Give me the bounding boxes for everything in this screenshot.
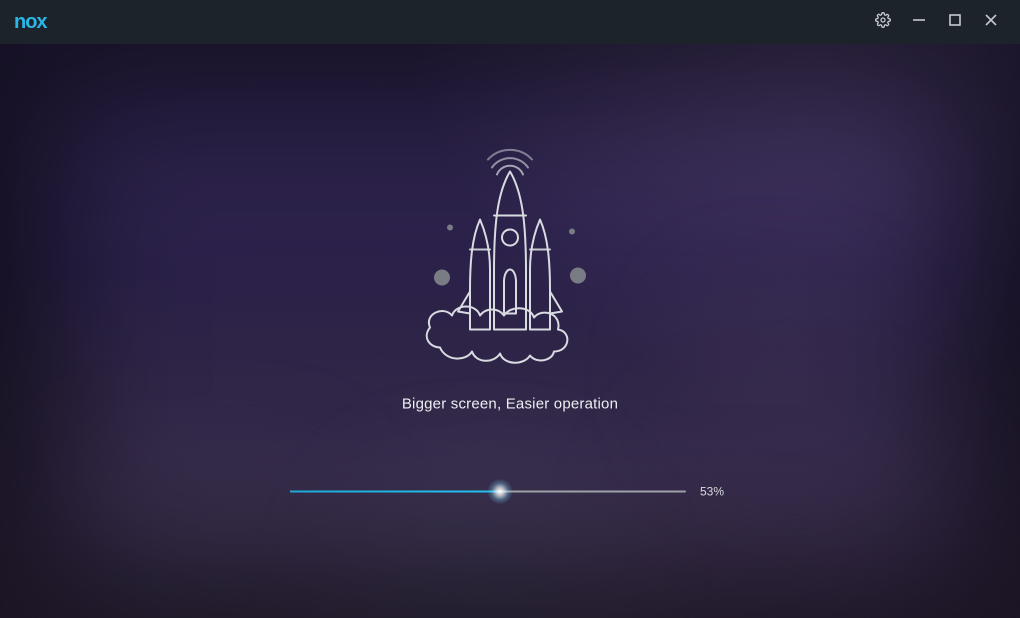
progress-percent-label: 53% [700, 484, 730, 498]
close-icon [984, 13, 998, 32]
rocket-icon [380, 141, 640, 391]
progress-fill [290, 490, 500, 492]
maximize-icon [948, 13, 962, 32]
maximize-button[interactable] [940, 7, 970, 37]
app-logo: nox [14, 11, 47, 34]
settings-button[interactable] [868, 7, 898, 37]
close-button[interactable] [976, 7, 1006, 37]
splash-screen: Bigger screen, Easier operation 53% [0, 44, 1020, 618]
progress-track [290, 490, 686, 492]
app-window: nox [0, 0, 1020, 618]
splash-tagline: Bigger screen, Easier operation [402, 395, 618, 412]
minimize-icon [912, 13, 926, 32]
loading-progress: 53% [290, 484, 730, 498]
minimize-button[interactable] [904, 7, 934, 37]
titlebar: nox [0, 0, 1020, 44]
gear-icon [875, 12, 891, 33]
